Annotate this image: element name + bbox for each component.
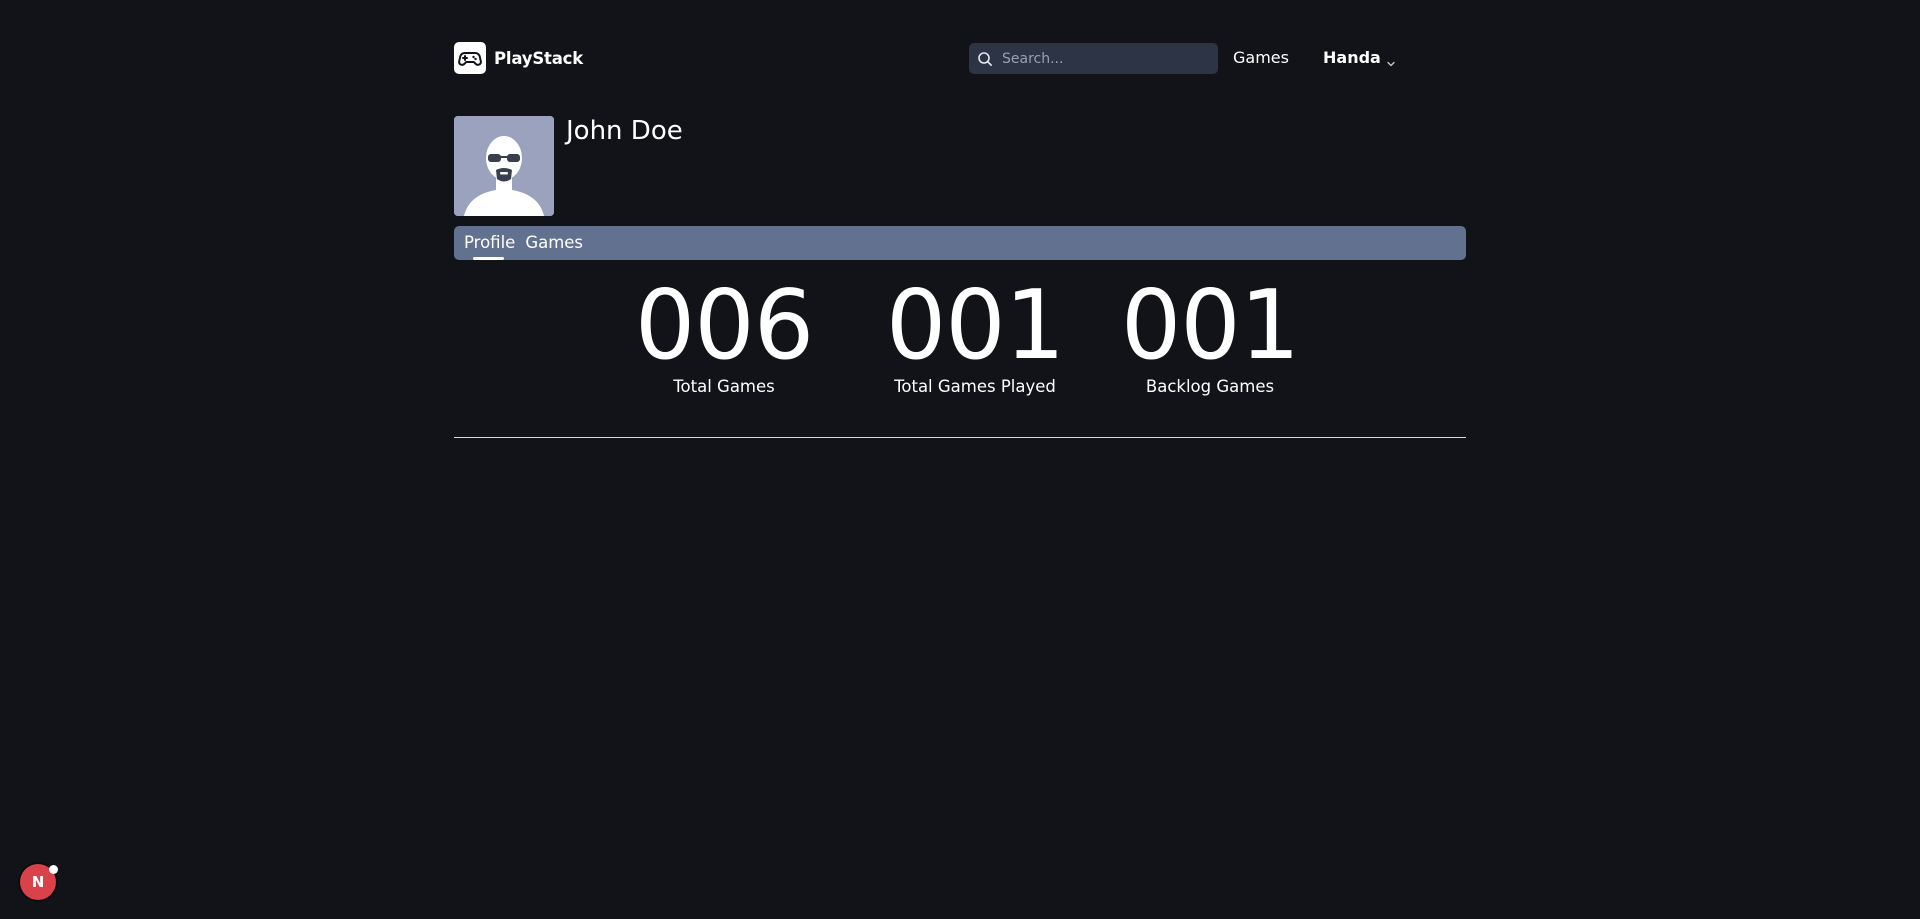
tab-profile[interactable]: Profile [464, 226, 515, 260]
search-input[interactable] [1000, 49, 1210, 68]
stat-value: 001 [1120, 271, 1300, 381]
user-menu-dropdown[interactable]: Handa [1323, 48, 1396, 67]
stat-total-games: 006 Total Games [624, 272, 824, 396]
stat-value: 001 [885, 271, 1065, 381]
stat-total-games-played: 001 Total Games Played [875, 272, 1075, 396]
top-navbar: PlayStack Games Handa [454, 42, 1396, 74]
profile-tabbar: Profile Games [454, 226, 1466, 260]
user-name: Handa [1323, 48, 1381, 67]
profile-name: John Doe [566, 116, 683, 146]
user-avatar-icon [454, 116, 554, 216]
gamepad-icon [454, 42, 486, 74]
section-divider [454, 437, 1466, 438]
nav-link-games[interactable]: Games [1233, 48, 1289, 67]
stat-value: 006 [634, 271, 814, 381]
brand-home-link[interactable]: PlayStack [454, 42, 583, 74]
stat-backlog-games: 001 Backlog Games [1110, 272, 1310, 396]
tab-games[interactable]: Games [525, 226, 583, 260]
search-icon [977, 51, 993, 67]
search-box[interactable] [969, 43, 1218, 74]
dev-badge-letter: N [31, 873, 45, 891]
brand-name: PlayStack [494, 48, 583, 68]
chevron-down-icon [1386, 54, 1396, 66]
dev-tools-button[interactable]: N [20, 864, 58, 900]
stat-label: Total Games Played [894, 377, 1056, 396]
notification-dot-icon [49, 865, 58, 874]
